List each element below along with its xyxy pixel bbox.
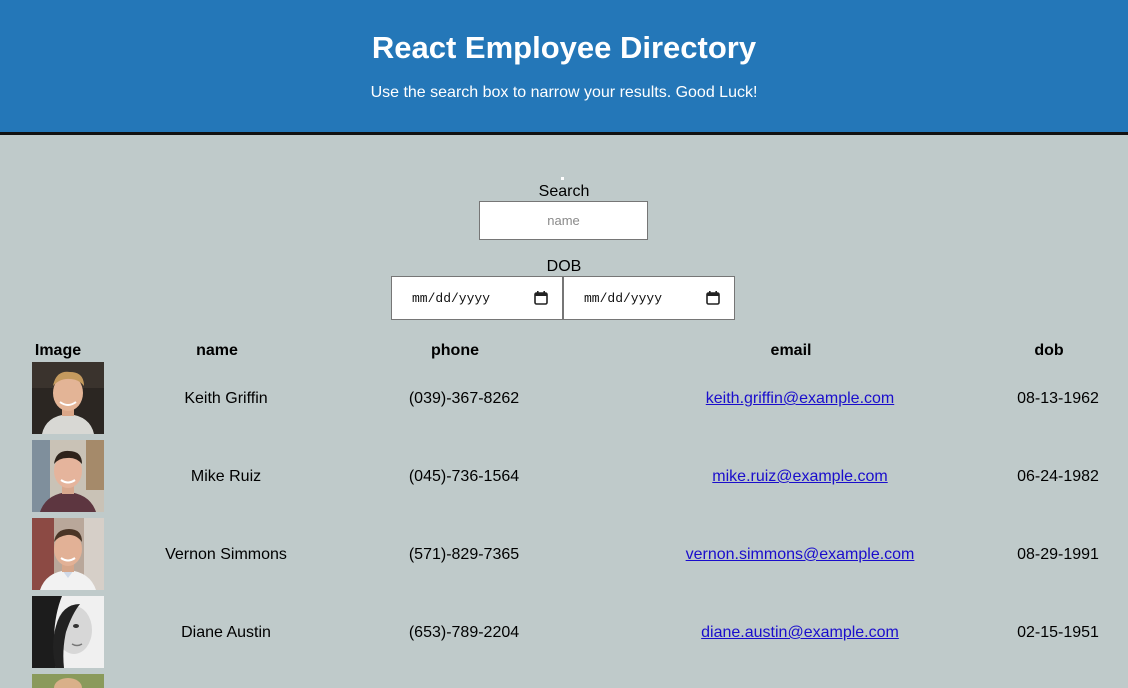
employee-dob: 02-15-1951: [1017, 624, 1099, 641]
avatar: [32, 518, 104, 590]
table-row: Diane Austin (653)-789-2204 diane.austin…: [0, 596, 1128, 668]
column-header-name[interactable]: name: [196, 342, 238, 360]
avatar: [32, 440, 104, 512]
search-label: Search: [538, 183, 590, 200]
employee-name: Vernon Simmons: [165, 546, 287, 563]
employee-name: Diane Austin: [181, 624, 271, 641]
employee-phone: (571)-829-7365: [408, 546, 520, 563]
email-link[interactable]: diane.austin@example.com: [701, 624, 899, 641]
page-header: React Employee Directory Use the search …: [0, 0, 1128, 135]
employee-name: Mike Ruiz: [190, 468, 262, 485]
employee-dob: 08-29-1991: [1017, 546, 1099, 563]
avatar: [32, 362, 104, 434]
avatar: [32, 674, 104, 688]
search-input[interactable]: [479, 201, 648, 240]
dob-from-placeholder: mm/dd/yyyy: [412, 291, 491, 306]
page-subtitle: Use the search box to narrow your result…: [370, 84, 758, 101]
email-link[interactable]: vernon.simmons@example.com: [686, 546, 915, 563]
employee-email: keith.griffin@example.com: [706, 390, 894, 408]
employee-email: vernon.simmons@example.com: [686, 546, 915, 564]
email-link[interactable]: mike.ruiz@example.com: [712, 468, 887, 485]
employee-dob: 08-13-1962: [1017, 390, 1099, 407]
page-title: React Employee Directory: [371, 30, 757, 65]
employee-dob: 06-24-1982: [1017, 468, 1099, 485]
dob-from-input[interactable]: mm/dd/yyyy: [391, 276, 563, 320]
column-header-image[interactable]: Image: [35, 342, 81, 360]
column-header-phone[interactable]: phone: [431, 342, 479, 360]
dob-label: DOB: [546, 258, 582, 275]
calendar-icon[interactable]: [706, 290, 720, 305]
calendar-icon[interactable]: [534, 290, 548, 305]
employee-phone: (045)-736-1564: [408, 468, 520, 485]
employee-phone: (039)-367-8262: [408, 390, 520, 407]
employee-name: Keith Griffin: [184, 390, 268, 407]
table-row: Keith Griffin (039)-367-8262 keith.griff…: [0, 362, 1128, 434]
column-header-email[interactable]: email: [771, 342, 812, 360]
table-row: [0, 674, 1128, 688]
dob-to-placeholder: mm/dd/yyyy: [584, 291, 663, 306]
column-header-dob[interactable]: dob: [1034, 342, 1063, 360]
employee-email: mike.ruiz@example.com: [712, 468, 887, 486]
table-row: Mike Ruiz (045)-736-1564 mike.ruiz@examp…: [0, 440, 1128, 512]
table-row: Vernon Simmons (571)-829-7365 vernon.sim…: [0, 518, 1128, 590]
employee-email: diane.austin@example.com: [701, 624, 899, 642]
dob-to-input[interactable]: mm/dd/yyyy: [563, 276, 735, 320]
employee-phone: (653)-789-2204: [408, 624, 520, 641]
email-link[interactable]: keith.griffin@example.com: [706, 390, 894, 407]
marker-dot: [561, 177, 564, 180]
avatar: [32, 596, 104, 668]
